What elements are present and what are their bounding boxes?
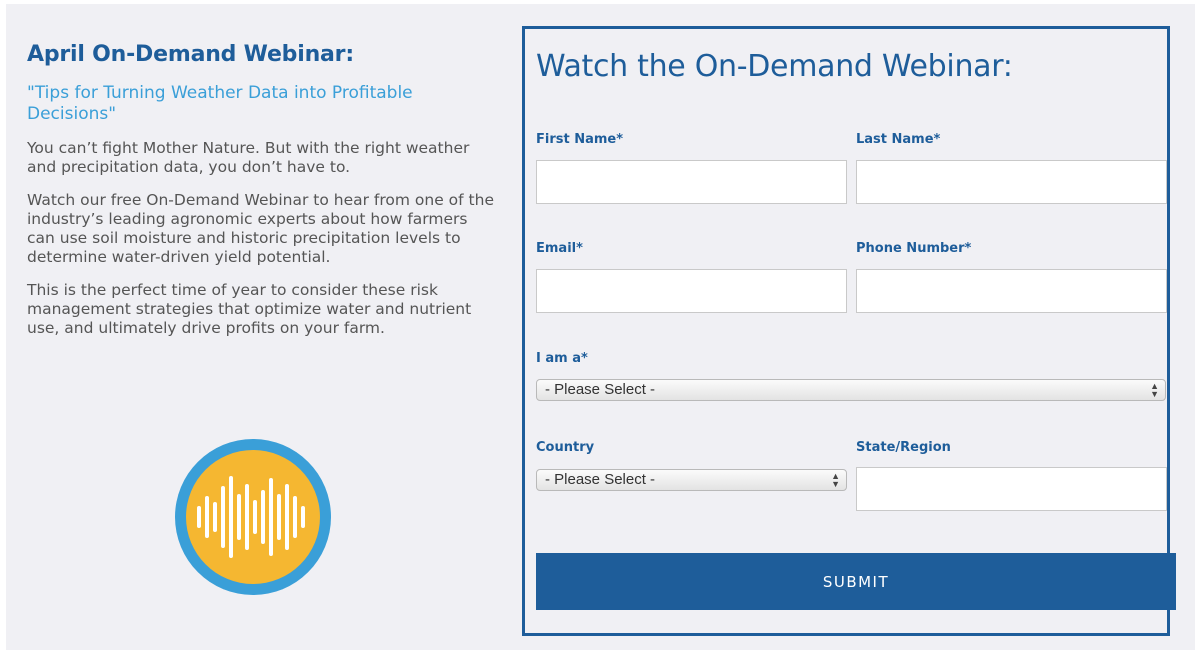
promo-heading: April On-Demand Webinar: [27, 42, 354, 67]
promo-paragraph-1: You can’t fight Mother Nature. But with … [27, 139, 470, 176]
first-name-input[interactable] [536, 160, 847, 204]
promo-section: April On-Demand Webinar: "Tips for Turni… [27, 42, 497, 338]
last-name-label: Last Name* [856, 132, 941, 147]
country-selected-value: - Please Select - [545, 471, 656, 488]
page-background: April On-Demand Webinar: "Tips for Turni… [6, 4, 1195, 650]
state-region-input[interactable] [856, 467, 1167, 511]
state-region-label: State/Region [856, 440, 951, 455]
webinar-title: "Tips for Turning Weather Data into Prof… [27, 83, 413, 124]
phone-number-label: Phone Number* [856, 241, 972, 256]
promo-paragraph-3: This is the perfect time of year to cons… [27, 281, 472, 337]
select-arrows-icon: ▲ ▼ [1150, 381, 1159, 399]
i-am-a-label: I am a* [536, 351, 588, 366]
last-name-input[interactable] [856, 160, 1167, 204]
email-label: Email* [536, 241, 583, 256]
first-name-label: First Name* [536, 132, 624, 147]
audio-waveform-icon [172, 436, 334, 598]
submit-button[interactable]: SUBMIT [536, 553, 1176, 610]
webinar-form: Watch the On-Demand Webinar: First Name*… [522, 26, 1176, 636]
country-label: Country [536, 440, 595, 455]
promo-paragraph-2: Watch our free On-Demand Webinar to hear… [27, 191, 494, 266]
i-am-a-select[interactable]: - Please Select - ▲ ▼ [536, 379, 1166, 401]
country-select[interactable]: - Please Select - ▲ ▼ [536, 469, 847, 491]
i-am-a-selected-value: - Please Select - [545, 381, 656, 398]
email-input[interactable] [536, 269, 847, 313]
phone-number-input[interactable] [856, 269, 1167, 313]
select-arrows-icon: ▲ ▼ [831, 471, 840, 489]
form-title: Watch the On-Demand Webinar: [536, 49, 1013, 84]
